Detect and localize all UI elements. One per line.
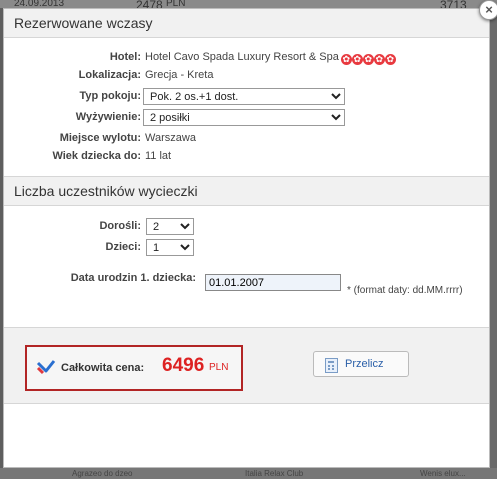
star-icon: ✿: [340, 54, 352, 65]
birthdate-input[interactable]: [205, 274, 341, 291]
row-location: Lokalizacja: Grecja - Kreta: [4, 69, 489, 87]
children-select[interactable]: 1: [146, 239, 194, 256]
child-age-value: 11 lat: [145, 150, 172, 162]
row-hotel: Hotel: Hotel Cavo Spada Luxury Resort & …: [4, 51, 489, 69]
departure-value: Warszawa: [145, 132, 196, 144]
board-label: Wyżywienie:: [75, 111, 141, 123]
price-band: Całkowita cena: 6496 PLN Przelicz: [4, 327, 489, 404]
child-age-label: Wiek dziecka do:: [52, 150, 141, 162]
backdrop-footer: Agrazeo do dzeo Italia Relax Club Wenis …: [0, 468, 497, 479]
hotel-value: Hotel Cavo Spada Luxury Resort & Spa ✿ ✿ ✿ ✿…: [145, 51, 396, 65]
star-icon: ✿: [362, 54, 374, 65]
backdrop-link-3: Wenis elux...: [420, 469, 466, 478]
adults-select[interactable]: 2: [146, 218, 194, 235]
birthdate-label: Data urodzin 1. dziecka:: [70, 272, 196, 284]
date-format-hint: * (format daty: dd.MM.rrrr): [347, 285, 463, 296]
close-modal-button[interactable]: ×: [479, 0, 497, 20]
total-price-amount: 6496: [162, 355, 205, 376]
row-adults: Dorośli: 2: [4, 218, 489, 238]
recalculate-label: Przelicz: [345, 358, 384, 370]
backdrop-link-2: Italia Relax Club: [245, 469, 304, 478]
backdrop-header: 24.09.2013 2478 PLN 3713: [0, 0, 497, 12]
row-departure: Miejsce wylotu: Warszawa: [4, 132, 489, 150]
price-check-icon: [36, 360, 56, 375]
board-select[interactable]: 2 posiłki: [143, 109, 345, 126]
star-icon: ✿: [351, 54, 363, 65]
location-label: Lokalizacja:: [78, 69, 141, 81]
children-label: Dzieci:: [105, 241, 141, 253]
recalculate-button[interactable]: Przelicz: [313, 351, 409, 377]
section-title-booked: Rezerwowane wczasy: [4, 9, 489, 38]
hotel-name: Hotel Cavo Spada Luxury Resort & Spa: [145, 51, 339, 63]
adults-label: Dorośli:: [99, 220, 141, 232]
row-room-type: Typ pokoju: Pok. 2 os.+1 dost.: [4, 88, 489, 108]
room-type-select[interactable]: Pok. 2 os.+1 dost.: [143, 88, 345, 105]
section-title-participants: Liczba uczestników wycieczki: [4, 176, 489, 206]
star-icon: ✿: [373, 54, 385, 65]
room-type-label: Typ pokoju:: [79, 90, 141, 102]
row-child-age: Wiek dziecka do: 11 lat: [4, 150, 489, 168]
booking-modal: Rezerwowane wczasy Hotel: Hotel Cavo Spa…: [3, 8, 490, 468]
total-price-currency: PLN: [209, 362, 229, 373]
departure-label: Miejsce wylotu:: [59, 132, 141, 144]
location-value: Grecja - Kreta: [145, 69, 214, 81]
hotel-stars: ✿ ✿ ✿ ✿ ✿: [340, 53, 396, 65]
calculator-icon: [325, 358, 338, 373]
total-price-box: Całkowita cena: 6496 PLN: [25, 345, 243, 391]
row-board: Wyżywienie: 2 posiłki: [4, 109, 489, 129]
total-price-label: Całkowita cena:: [61, 362, 145, 374]
row-children: Dzieci: 1: [4, 239, 489, 259]
star-icon: ✿: [384, 54, 396, 65]
hotel-label: Hotel:: [109, 51, 141, 63]
backdrop-link-1: Agrazeo do dzeo: [72, 469, 133, 478]
